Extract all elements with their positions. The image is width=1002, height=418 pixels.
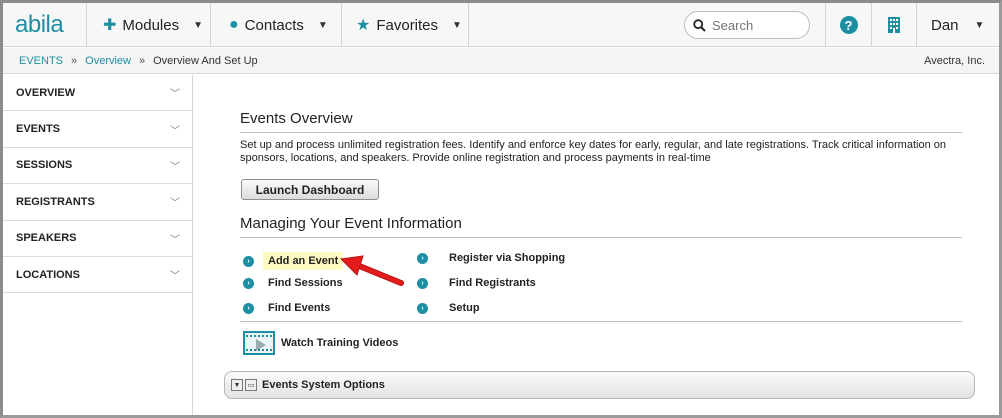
- breadcrumb-separator: »: [138, 54, 146, 67]
- arrow-bullet-icon: ›: [243, 255, 254, 267]
- sidebar-item-label: EVENTS: [16, 123, 61, 136]
- register-via-shopping-link[interactable]: › Register via Shopping: [417, 252, 565, 264]
- breadcrumb: EVENTS » Overview » Overview And Set Up …: [3, 48, 999, 74]
- caret-down-icon: ▼: [452, 19, 462, 31]
- user-label: Dan: [931, 16, 959, 34]
- chevron-down-icon: ﹀: [170, 89, 180, 101]
- events-overview-description: Set up and process unlimited registratio…: [240, 139, 946, 164]
- help-icon: ?: [839, 16, 858, 34]
- top-nav-bar: abila ✚ Modules ▼ ● Contacts ▼ ★ Favorit…: [3, 3, 999, 47]
- caret-down-icon: ▼: [974, 19, 985, 31]
- arrow-bullet-icon: ›: [417, 252, 428, 264]
- contacts-menu-button[interactable]: ● Contacts ▼: [210, 3, 341, 47]
- find-sessions-label: Find Sessions: [268, 277, 343, 289]
- events-system-options-bar[interactable]: ▼ ▭ Events System Options: [224, 371, 975, 399]
- add-event-link[interactable]: › Add an Event: [243, 252, 344, 270]
- sidebar-item-locations[interactable]: LOCATIONS ﹀: [3, 257, 192, 294]
- events-system-options-label: Events System Options: [262, 379, 385, 391]
- arrow-bullet-icon: ›: [417, 277, 428, 289]
- arrow-bullet-icon: ›: [243, 277, 254, 289]
- sidebar-item-label: OVERVIEW: [16, 86, 76, 99]
- company-name: Avectra, Inc.: [924, 55, 985, 67]
- breadcrumb-link-overview[interactable]: Overview: [85, 55, 131, 67]
- sidebar-item-sessions[interactable]: SESSIONS ﹀: [3, 148, 192, 185]
- breadcrumb-current: Overview And Set Up: [153, 54, 258, 67]
- chevron-down-icon: ﹀: [170, 271, 180, 283]
- sidebar-item-label: SPEAKERS: [16, 232, 77, 245]
- sidebar-item-events[interactable]: EVENTS ﹀: [3, 111, 192, 148]
- organization-button[interactable]: [871, 3, 916, 47]
- user-menu-button[interactable]: Dan ▼: [916, 3, 999, 47]
- arrow-bullet-icon: ›: [243, 302, 254, 314]
- person-icon: ●: [229, 16, 239, 33]
- help-button[interactable]: ?: [825, 3, 871, 47]
- events-overview-title: Events Overview: [240, 110, 353, 127]
- register-via-shopping-label: Register via Shopping: [449, 252, 566, 264]
- sidebar-item-registrants[interactable]: REGISTRANTS ﹀: [3, 184, 192, 221]
- find-registrants-label: Find Registrants: [449, 277, 536, 289]
- window-icon[interactable]: ▭: [245, 379, 257, 391]
- breadcrumb-separator: »: [71, 54, 78, 67]
- divider: [240, 237, 962, 238]
- sidebar-item-speakers[interactable]: SPEAKERS ﹀: [3, 221, 192, 257]
- chevron-down-icon: ﹀: [170, 125, 180, 137]
- divider: [240, 321, 962, 322]
- modules-menu-button[interactable]: ✚ Modules ▼: [86, 3, 210, 47]
- add-event-label: Add an Event: [263, 252, 344, 270]
- chevron-down-icon: ﹀: [170, 198, 180, 210]
- modules-label: Modules: [122, 16, 180, 34]
- setup-link[interactable]: › Setup: [417, 302, 480, 314]
- setup-label: Setup: [449, 302, 480, 314]
- find-sessions-link[interactable]: › Find Sessions: [243, 277, 343, 289]
- favorites-label: Favorites: [376, 16, 439, 34]
- annotation-arrow-icon: [339, 255, 404, 286]
- find-events-link[interactable]: › Find Events: [243, 302, 330, 314]
- search-box[interactable]: [684, 11, 810, 39]
- managing-title: Managing Your Event Information: [240, 215, 462, 232]
- caret-down-icon: ▼: [317, 19, 328, 31]
- sidebar-item-overview[interactable]: OVERVIEW ﹀: [3, 75, 192, 112]
- film-icon: [243, 331, 275, 355]
- sidebar-item-label: SESSIONS: [16, 159, 73, 172]
- sidebar-item-label: LOCATIONS: [16, 268, 80, 281]
- breadcrumb-link-events[interactable]: EVENTS: [19, 55, 63, 67]
- favorites-menu-button[interactable]: ★ Favorites ▼: [341, 3, 469, 47]
- building-icon: [888, 17, 900, 33]
- abila-logo[interactable]: abila: [15, 11, 64, 39]
- find-registrants-link[interactable]: › Find Registrants: [417, 277, 536, 289]
- app-window: abila ✚ Modules ▼ ● Contacts ▼ ★ Favorit…: [0, 0, 1002, 418]
- search-icon: [693, 18, 706, 32]
- arrow-bullet-icon: ›: [417, 302, 428, 314]
- find-events-label: Find Events: [268, 302, 331, 314]
- watch-training-videos-link[interactable]: Watch Training Videos: [243, 331, 398, 355]
- contacts-label: Contacts: [244, 16, 304, 34]
- launch-dashboard-button[interactable]: Launch Dashboard: [241, 179, 379, 200]
- search-input[interactable]: [712, 17, 802, 33]
- puzzle-icon: ✚: [103, 17, 117, 34]
- expand-toggle-icon[interactable]: ▼: [231, 379, 243, 391]
- sidebar: OVERVIEW ﹀ EVENTS ﹀ SESSIONS ﹀ REGISTRANTS ﹀…: [3, 75, 193, 415]
- divider: [240, 132, 962, 133]
- watch-training-videos-label: Watch Training Videos: [281, 337, 399, 349]
- chevron-down-icon: ﹀: [170, 234, 180, 246]
- chevron-down-icon: ﹀: [170, 161, 180, 173]
- star-icon: ★: [356, 17, 371, 34]
- sidebar-item-label: REGISTRANTS: [16, 195, 95, 208]
- caret-down-icon: ▼: [193, 19, 204, 31]
